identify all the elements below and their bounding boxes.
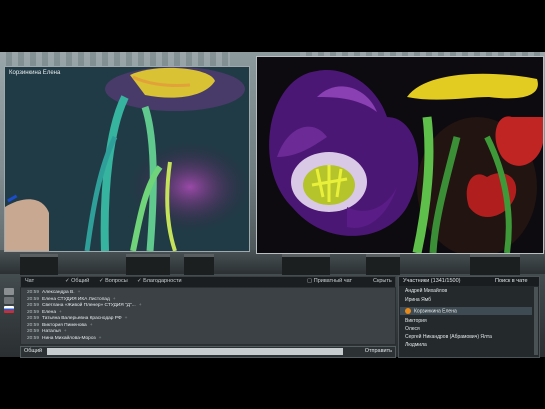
video-frame: Корзинкина Елена Чат ✓ Общий ✓ Вопросы ✓… [0, 0, 545, 409]
reference-photo [256, 56, 544, 254]
presenter-webcam: Корзинкина Елена [4, 66, 250, 252]
chat-title: Чат [25, 278, 35, 284]
chat-message: 20:59 Наталья + [27, 329, 67, 334]
chat-hide-button[interactable]: Скрыть [373, 278, 392, 284]
tulip-photo [257, 57, 543, 253]
language-sidebar [2, 286, 16, 336]
presenter-name: Корзинкина Елена [9, 70, 61, 76]
russian-flag-icon[interactable] [4, 306, 14, 313]
send-button[interactable]: Отправить [365, 348, 392, 354]
chat-message: 20:59 Александра В. + [27, 290, 81, 295]
chat-channel-select[interactable]: Общий [24, 348, 42, 354]
chair [282, 254, 330, 275]
participant-row[interactable]: Олеся [405, 326, 420, 332]
participants-panel: Участники (1341/1500) Поиск в чате Андре… [398, 276, 540, 358]
chat-message: 20:59 Елена + [27, 309, 62, 315]
drawing-canvas-image [5, 67, 249, 251]
chat-message: 20:59 Нина Михайлова-Мороз + [27, 335, 102, 341]
hand [5, 199, 49, 251]
chat-input-row: Общий Отправить [20, 346, 396, 358]
chat-message-input[interactable] [47, 348, 343, 355]
chair [20, 254, 58, 275]
participant-row[interactable]: Ирина Ямб [405, 297, 431, 303]
chair [126, 254, 170, 275]
participants-scrollbar[interactable] [534, 287, 538, 355]
settings-icon[interactable] [4, 288, 14, 295]
filter-thanks-tab[interactable]: ✓ Благодарности [137, 278, 182, 284]
participant-row-host[interactable]: Корзинкина Елена [405, 308, 457, 314]
participant-row[interactable]: Андрей Михайлов [405, 288, 447, 294]
chat-message-list[interactable]: 20:59 Александра В. + 20:59 Елена СТУДИЯ ИК… [20, 287, 396, 345]
chair [470, 254, 520, 275]
participant-row[interactable]: Людмила [405, 342, 427, 348]
private-chat-toggle[interactable]: ▢ Приватный чат [307, 278, 352, 284]
chat-message: 20:59 Виктория Пименова + [27, 322, 93, 328]
host-icon [405, 308, 411, 314]
participant-row[interactable]: Сергей Никандров (Абрамович) Ялта [405, 334, 492, 340]
participants-header: Участники (1341/1500) Поиск в чате [399, 277, 539, 286]
chair [366, 254, 400, 275]
menu-icon[interactable] [4, 297, 14, 304]
participants-action[interactable]: Поиск в чате [495, 278, 528, 284]
participant-row[interactable]: Виктория [405, 318, 427, 324]
chat-message: 20:59 Светлана «Живой Пленер» СТУДИЯ "Д".… [27, 303, 142, 308]
filter-questions-tab[interactable]: ✓ Вопросы [99, 278, 128, 284]
chair [184, 254, 214, 275]
filter-general-tab[interactable]: ✓ Общий [65, 278, 89, 284]
participants-title: Участники (1341/1500) [403, 278, 461, 284]
chat-message: 20:59 Елена СТУДИЯ ИКА Листопад + [27, 296, 116, 302]
chat-message: 20:59 Татьяна Валерьевна Краснодар РФ + [27, 316, 128, 321]
